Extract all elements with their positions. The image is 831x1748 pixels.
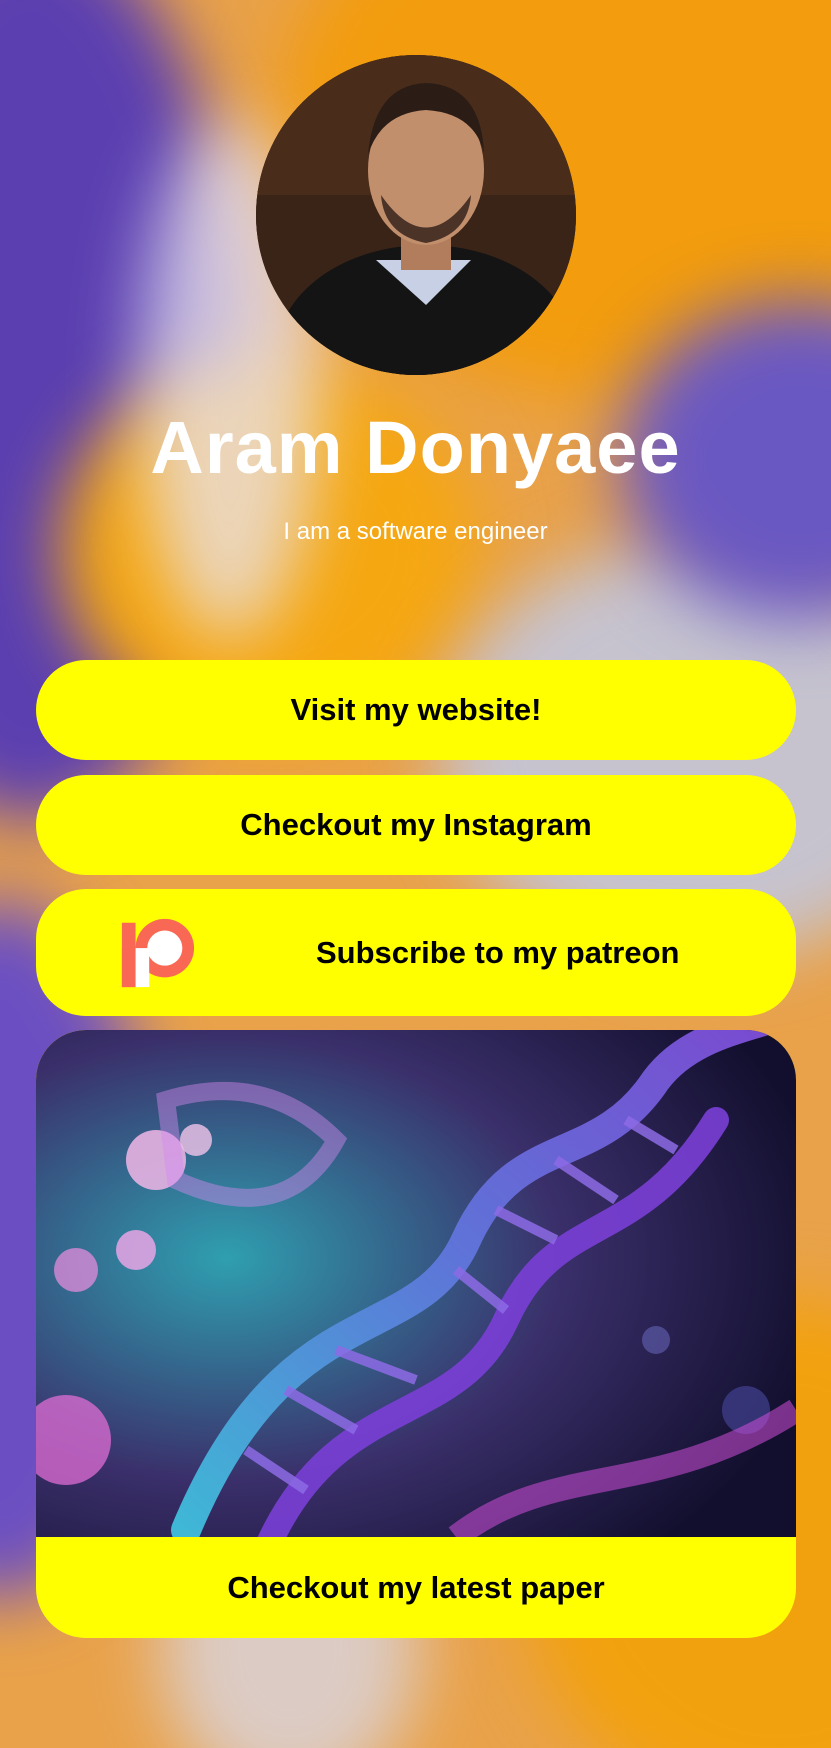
profile-photo-icon <box>256 55 576 375</box>
website-link-label: Visit my website! <box>290 692 542 727</box>
paper-link-card[interactable]: Checkout my latest paper <box>36 1030 796 1638</box>
paper-link-label: Checkout my latest paper <box>227 1569 605 1605</box>
patreon-link-button[interactable]: Subscribe to my patreon <box>36 889 796 1016</box>
avatar <box>256 55 576 375</box>
profile-tagline: I am a software engineer <box>283 518 548 545</box>
profile-name: Aram Donyaee <box>150 406 681 489</box>
patreon-link-label: Subscribe to my patreon <box>316 934 680 970</box>
website-link-button[interactable]: Visit my website! <box>36 660 796 760</box>
patreon-icon <box>121 918 195 988</box>
dna-helix-icon <box>36 1030 796 1537</box>
paper-thumbnail <box>36 1030 796 1537</box>
instagram-link-label: Checkout my Instagram <box>240 807 592 842</box>
instagram-link-button[interactable]: Checkout my Instagram <box>36 775 796 875</box>
